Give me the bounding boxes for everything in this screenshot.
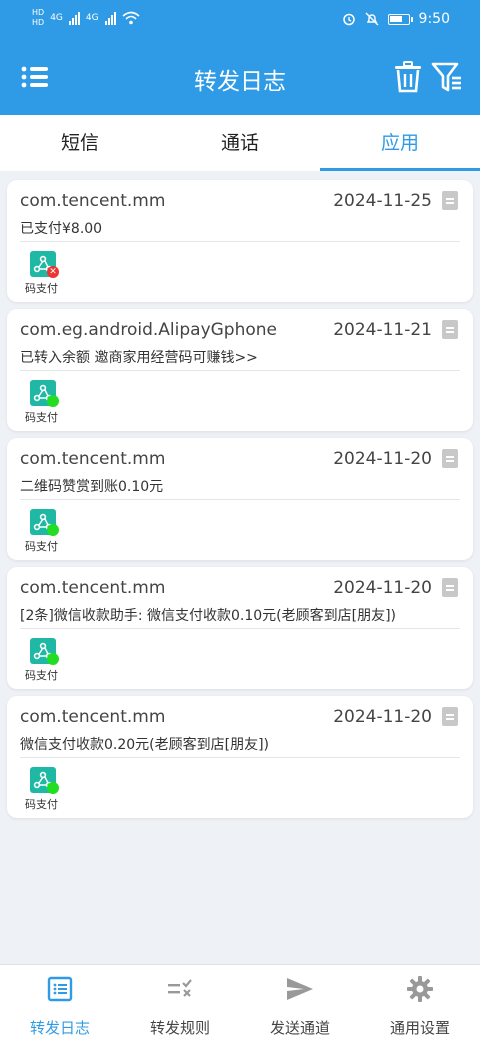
sms-type-icon (442, 191, 458, 210)
bottom-nav: 转发日志 转发规则 发送通道 通用设置 (0, 964, 480, 1040)
package-name: com.tencent.mm (20, 578, 166, 598)
header: HD HD 4G 4G 9:50 转发日志 (0, 0, 480, 115)
send-icon (287, 978, 313, 1000)
log-content: [2条]微信收款助手: 微信支付收款0.10元(老顾客到店[朋友]) (20, 608, 397, 624)
sim-indicator: HD HD (32, 8, 44, 28)
wifi-icon (122, 11, 140, 25)
success-status-icon (47, 395, 59, 407)
network-label-1: 4G (50, 13, 63, 23)
divider (20, 628, 460, 629)
nav-forward-rules[interactable]: 转发规则 (120, 965, 240, 1040)
package-name: com.tencent.mm (20, 707, 166, 727)
filter-icon[interactable] (431, 61, 463, 93)
log-card[interactable]: com.tencent.mm 2024-11-20 [2条]微信收款助手: 微信… (7, 567, 473, 689)
log-card[interactable]: com.eg.android.AlipayGphone 2024-11-21 已… (7, 309, 473, 431)
status-bar: HD HD 4G 4G 9:50 (0, 0, 480, 40)
package-name: com.eg.android.AlipayGphone (20, 320, 278, 340)
channel-label: 码支付 (25, 669, 58, 682)
log-date: 2024-11-25 (333, 191, 432, 211)
log-date: 2024-11-20 (333, 449, 432, 469)
log-date: 2024-11-20 (333, 707, 432, 727)
rules-icon (168, 979, 192, 997)
channel-label: 码支付 (25, 798, 58, 811)
failed-status-icon: ✕ (47, 266, 59, 278)
tab-bar: 短信 通话 应用 (0, 115, 480, 171)
nav-send-channel[interactable]: 发送通道 (240, 965, 360, 1040)
divider (20, 757, 460, 758)
log-card[interactable]: com.tencent.mm 2024-11-20 微信支付收款0.20元(老顾… (7, 696, 473, 818)
delete-icon[interactable] (393, 61, 423, 93)
success-status-icon (47, 782, 59, 794)
nav-forward-log[interactable]: 转发日志 (0, 965, 120, 1040)
package-name: com.tencent.mm (20, 191, 166, 211)
divider (20, 241, 460, 242)
alarm-icon (342, 13, 355, 26)
log-content: 微信支付收款0.20元(老顾客到店[朋友]) (20, 737, 270, 753)
sim-top-label: HD (32, 8, 45, 17)
nav-label: 转发规则 (149, 1019, 210, 1037)
log-content: 已转入余额 邀商家用经营码可赚钱>> (20, 350, 258, 366)
nav-settings[interactable]: 通用设置 (360, 965, 480, 1040)
signal-icon-2 (104, 11, 116, 25)
success-status-icon (47, 653, 59, 665)
list-icon (47, 976, 73, 1002)
channel-label: 码支付 (25, 540, 58, 553)
tab-sms[interactable]: 短信 (0, 115, 160, 171)
battery-icon (387, 13, 413, 25)
mute-icon (365, 12, 379, 26)
clock: 9:50 (418, 11, 450, 27)
signal-icon (68, 11, 80, 25)
package-name: com.tencent.mm (20, 449, 166, 469)
log-content: 二维码赞赏到账0.10元 (20, 479, 164, 495)
sms-type-icon (442, 449, 458, 468)
gear-icon (407, 976, 433, 1002)
sms-type-icon (442, 320, 458, 339)
nav-label: 通用设置 (389, 1019, 450, 1037)
log-content: 已支付¥8.00 (20, 221, 103, 237)
app-bar: 转发日志 (0, 40, 480, 115)
channel-label: 码支付 (25, 411, 58, 424)
log-card[interactable]: com.tencent.mm 2024-11-20 二维码赞赏到账0.10元 码… (7, 438, 473, 560)
divider (20, 499, 460, 500)
log-date: 2024-11-20 (333, 578, 432, 598)
sms-type-icon (442, 707, 458, 726)
log-card[interactable]: com.tencent.mm 2024-11-25 已支付¥8.00 ✕ 码支付 (7, 180, 473, 302)
nav-label: 转发日志 (29, 1019, 90, 1037)
log-date: 2024-11-21 (333, 320, 432, 340)
tab-apps[interactable]: 应用 (320, 115, 480, 171)
tab-calls[interactable]: 通话 (160, 115, 320, 171)
nav-label: 发送通道 (269, 1019, 330, 1037)
divider (20, 370, 460, 371)
sim-bottom-label: HD (32, 18, 45, 27)
success-status-icon (47, 524, 59, 536)
network-label-2: 4G (85, 13, 99, 23)
sms-type-icon (442, 578, 458, 597)
channel-label: 码支付 (25, 282, 58, 295)
